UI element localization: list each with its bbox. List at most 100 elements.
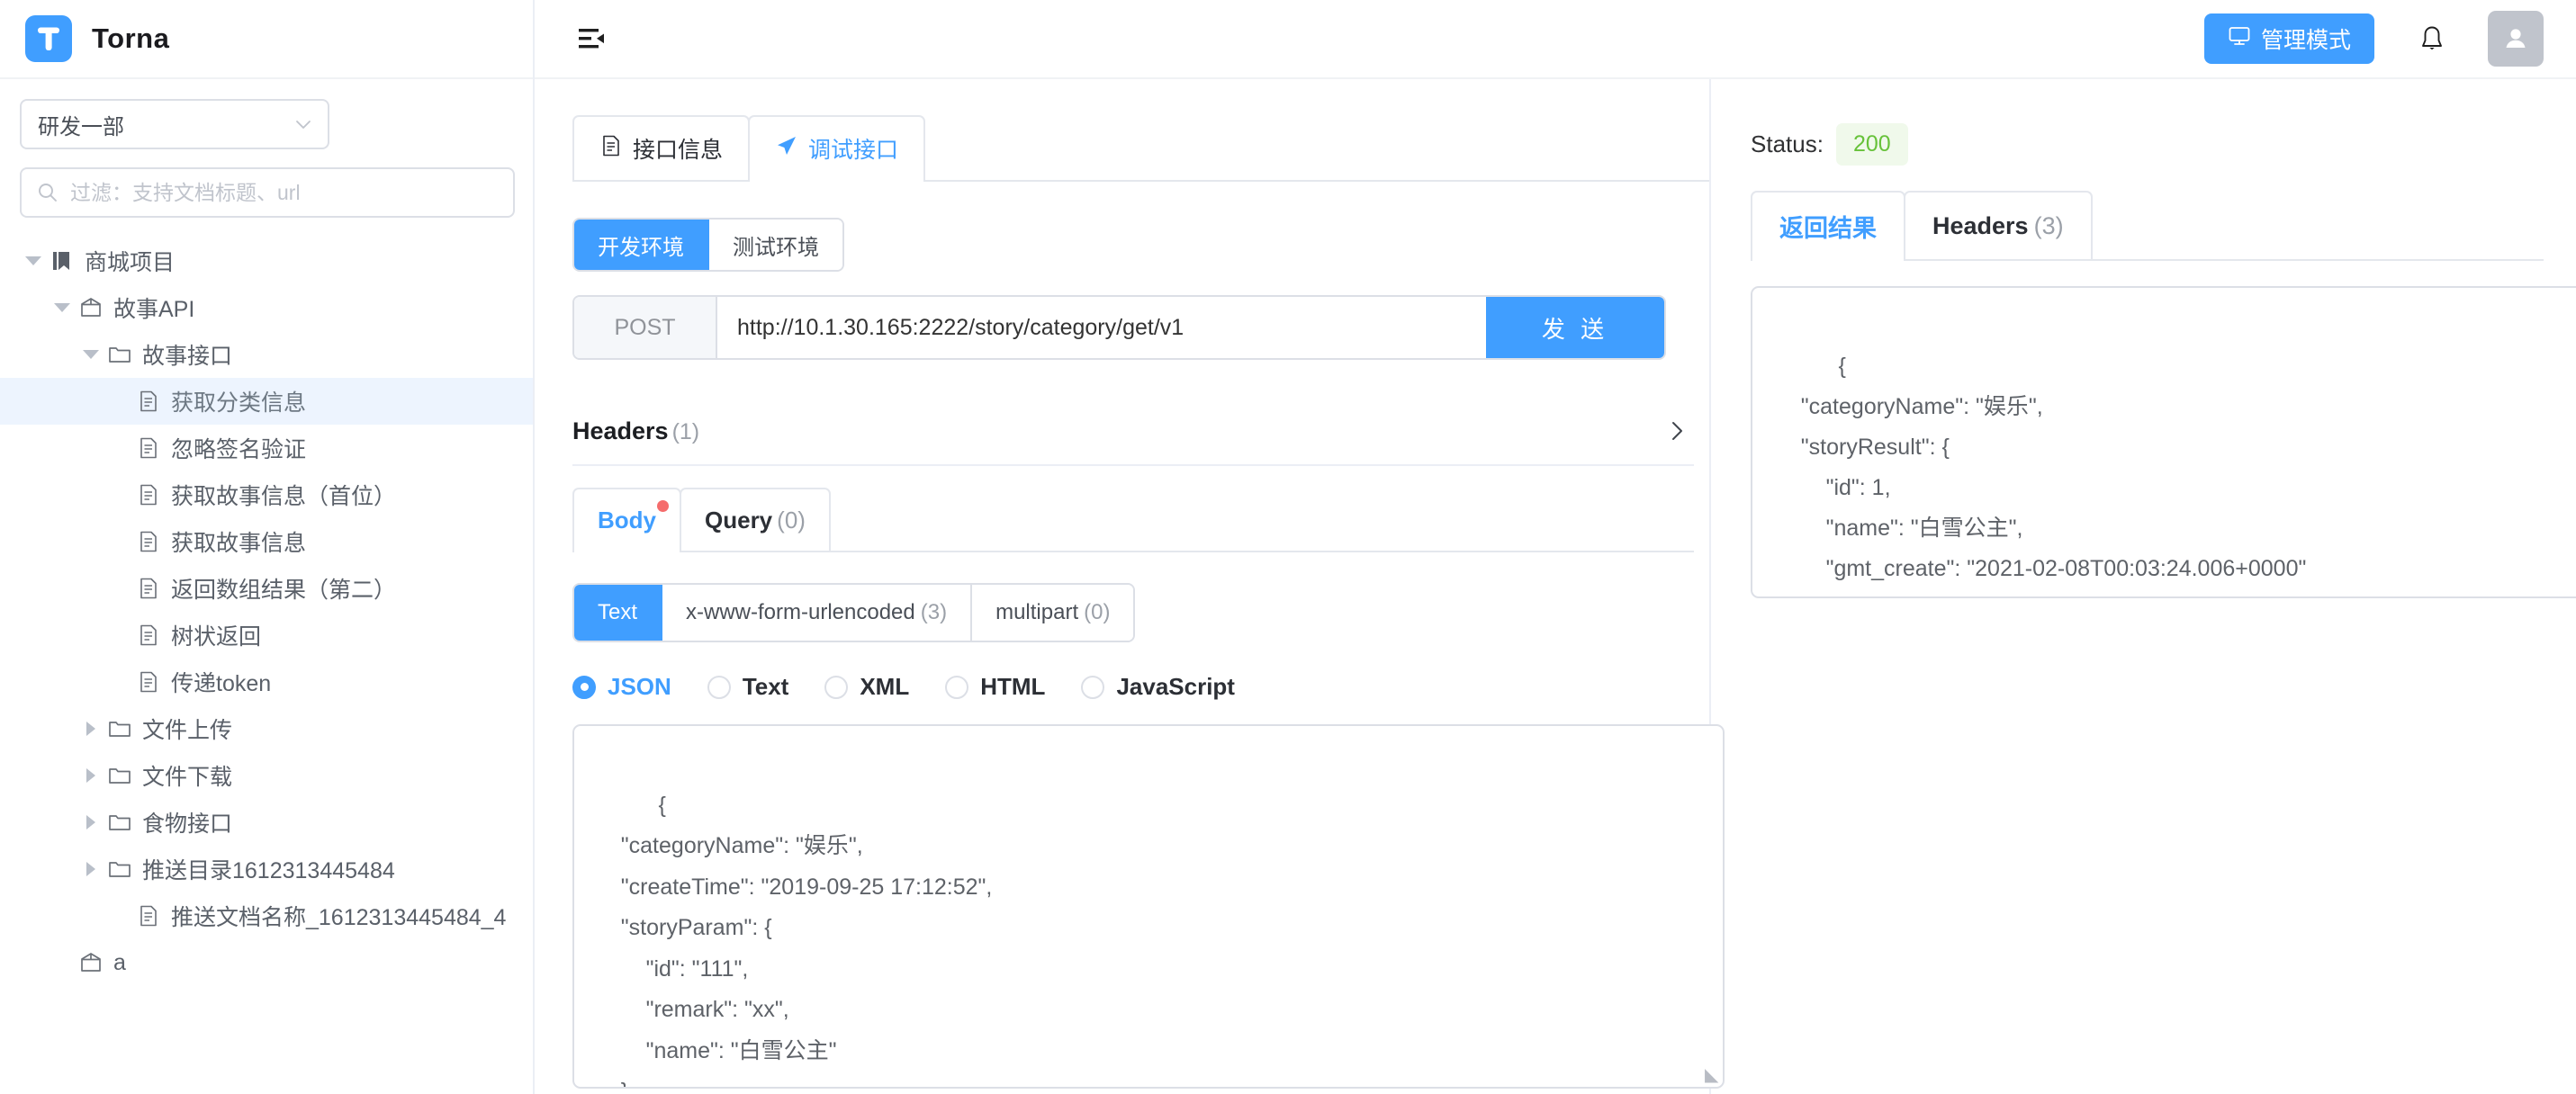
response-body-text: { "categoryName": "娱乐", "storyResult": {…: [1800, 354, 2307, 581]
tree-expand-right-icon[interactable]: [76, 768, 106, 783]
response-tab-count: (3): [2033, 211, 2064, 239]
url-input[interactable]: [717, 297, 1486, 358]
tree-node[interactable]: 故事接口: [0, 331, 533, 378]
format-radio-label: JavaScript: [1116, 673, 1235, 700]
param-tab-body[interactable]: Body: [572, 488, 681, 552]
tree-node-label: 获取分类信息: [171, 390, 307, 416]
tree-node-label: 文件上传: [142, 718, 233, 743]
param-tab-count: (0): [777, 506, 806, 534]
response-body-viewer[interactable]: { "categoryName": "娱乐", "storyResult": {…: [1751, 286, 2576, 598]
format-radio-label: JSON: [608, 673, 671, 700]
filter-box[interactable]: [20, 167, 515, 218]
tree-node-label: 传递token: [171, 671, 272, 696]
tree-node[interactable]: 食物接口: [0, 799, 533, 846]
tree-node-label: 商城项目: [85, 250, 176, 275]
response-tab-bar: 返回结果 Headers (3): [1751, 191, 2544, 261]
tree-node-label: 获取故事信息（首位）: [171, 484, 397, 509]
tree-node-label: 故事API: [113, 297, 195, 322]
main-area: 管理模式 接口信息 调试接口 开发环境 测试环境 POST http://10.…: [535, 0, 2576, 1094]
tree-node[interactable]: 获取故事信息: [0, 518, 533, 565]
folder-icon: [106, 763, 133, 788]
format-radio-json[interactable]: JSON: [572, 673, 671, 701]
doc-tab-label: 接口信息: [633, 138, 724, 163]
folder-icon: [106, 810, 133, 835]
tree-node[interactable]: 推送文档名称_1612313445484_4: [0, 892, 533, 939]
request-body-editor[interactable]: { "categoryName": "娱乐", "createTime": "2…: [572, 724, 1725, 1089]
environment-option[interactable]: 开发环境: [574, 220, 709, 270]
response-tab-label: 返回结果: [1779, 214, 1877, 242]
tree-node[interactable]: 文件上传: [0, 705, 533, 752]
book-icon: [49, 248, 76, 274]
tree-expand-right-icon[interactable]: [76, 815, 106, 829]
doc-icon: [135, 436, 162, 460]
tree-expand-right-icon[interactable]: [76, 862, 106, 876]
tree-node[interactable]: a: [0, 939, 533, 986]
bell-icon[interactable]: [2405, 12, 2459, 66]
avatar[interactable]: [2488, 11, 2544, 67]
menu-fold-icon[interactable]: [572, 19, 612, 58]
response-tab-2[interactable]: Headers (3): [1904, 191, 2093, 259]
tree-node[interactable]: 传递token: [0, 659, 533, 705]
search-icon: [36, 181, 59, 204]
format-radio-xml[interactable]: XML: [824, 673, 909, 701]
tree-node-label: 推送目录1612313445484: [142, 858, 395, 883]
response-tab-1[interactable]: 返回结果: [1751, 191, 1905, 261]
tree-node-label: 文件下载: [142, 765, 233, 790]
status-label: Status:: [1751, 130, 1824, 157]
environment-option[interactable]: 测试环境: [709, 220, 842, 270]
tree-node[interactable]: 返回数组结果（第二）: [0, 565, 533, 612]
tree-expand-down-icon[interactable]: [76, 350, 106, 359]
module-icon: [77, 950, 104, 975]
content-type-switch: Text x-www-form-urlencoded (3) multipart (0): [572, 583, 1136, 642]
tree-expand-down-icon[interactable]: [47, 303, 77, 312]
content-type-count: (3): [920, 600, 948, 624]
tree-node[interactable]: 忽略签名验证: [0, 425, 533, 471]
monitor-icon: [2228, 24, 2251, 54]
tree-expand-down-icon[interactable]: [18, 256, 49, 265]
content-type-label: Text: [598, 600, 638, 624]
user-icon: [2506, 29, 2526, 48]
tree-expand-right-icon[interactable]: [76, 722, 106, 736]
admin-mode-button[interactable]: 管理模式: [2203, 13, 2374, 64]
headers-accordion[interactable]: Headers (1): [572, 398, 1694, 466]
format-radio-label: Text: [742, 673, 789, 700]
doc-icon: [135, 670, 162, 694]
unsaved-dot-icon: [657, 500, 669, 512]
radio-mark-icon: [1081, 675, 1105, 699]
format-radio-javascript[interactable]: JavaScript: [1081, 673, 1235, 701]
send-button[interactable]: 发 送: [1486, 297, 1664, 358]
tree-node-label: a: [113, 949, 126, 975]
tree-node[interactable]: 文件下载: [0, 752, 533, 799]
tree-node[interactable]: 商城项目: [0, 238, 533, 284]
param-tab-label: Query: [705, 506, 773, 534]
param-tab-query[interactable]: Query (0): [680, 488, 831, 551]
department-select[interactable]: 研发一部: [20, 99, 329, 149]
tree-node-label: 树状返回: [171, 624, 262, 650]
app-root: Torna 研发一部 商城项目故事API 故事接口获取分类信息忽略签名验证获取故事…: [0, 0, 2576, 1094]
tree-node[interactable]: 获取分类信息: [0, 378, 533, 425]
brand-title: Torna: [92, 22, 170, 54]
tree-node[interactable]: 获取故事信息（首位）: [0, 471, 533, 518]
format-radio-html[interactable]: HTML: [945, 673, 1045, 701]
tree-node[interactable]: 推送目录1612313445484: [0, 846, 533, 892]
status-row: Status: 200: [1751, 117, 2544, 171]
filter-input[interactable]: [68, 179, 499, 206]
param-tab-label: Body: [598, 506, 656, 534]
resize-grip-icon[interactable]: ◢: [1705, 1065, 1718, 1085]
doc-tab-2[interactable]: 调试接口: [748, 115, 926, 182]
department-select-value: 研发一部: [38, 114, 124, 139]
content-type-option[interactable]: multipart (0): [972, 585, 1134, 641]
content-type-option[interactable]: Text: [574, 585, 663, 641]
doc-tab-1[interactable]: 接口信息: [572, 115, 751, 180]
content-type-option[interactable]: x-www-form-urlencoded (3): [662, 585, 973, 641]
doc-icon: [135, 904, 162, 928]
format-radio-label: XML: [860, 673, 910, 700]
doc-icon: [135, 483, 162, 507]
doc-tab-bar: 接口信息 调试接口: [572, 115, 1709, 182]
tree-node[interactable]: 故事API: [0, 284, 533, 331]
chevron-down-icon: [293, 114, 313, 134]
tree-node[interactable]: 树状返回: [0, 612, 533, 659]
top-bar: 管理模式: [535, 0, 2576, 79]
format-radio-text[interactable]: Text: [707, 673, 789, 701]
doc-icon: [135, 577, 162, 600]
